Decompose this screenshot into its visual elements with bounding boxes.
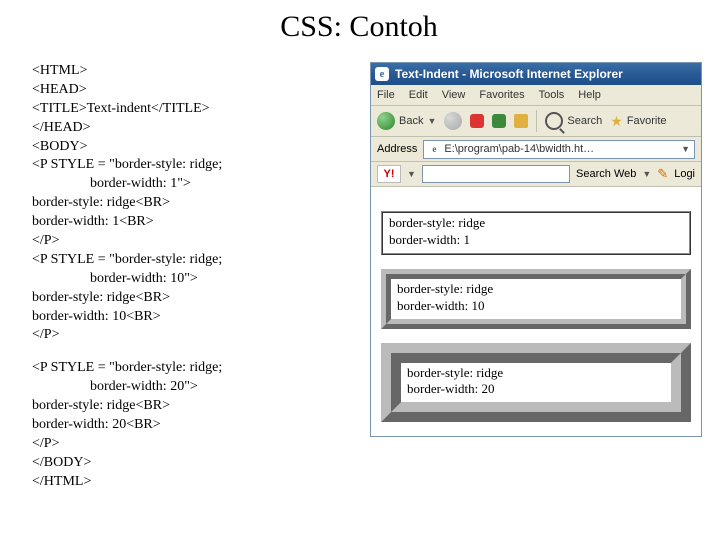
pencil-icon[interactable]: ✎ <box>657 166 668 182</box>
browser-menubar: File Edit View Favorites Tools Help <box>371 85 701 106</box>
browser-toolbar: Back ▼ Search ★ Favorite <box>371 106 701 137</box>
search-icon <box>545 112 563 130</box>
code-line: </P> <box>32 435 362 454</box>
browser-window: e Text-Indent - Microsoft Internet Explo… <box>370 62 702 437</box>
address-label: Address <box>377 143 417 155</box>
chevron-down-icon: ▼ <box>427 116 436 126</box>
back-arrow-icon <box>377 112 395 130</box>
code-line: border-width: 10"> <box>32 270 362 289</box>
search-button[interactable]: Search <box>545 112 602 130</box>
code-line: <P STYLE = "border-style: ridge; <box>32 156 362 175</box>
menu-favorites[interactable]: Favorites <box>479 89 524 101</box>
code-line: <HEAD> <box>32 81 362 100</box>
code-line: <P STYLE = "border-style: ridge; <box>32 359 362 378</box>
address-value: E:\program\pab-14\bwidth.ht… <box>444 143 594 155</box>
code-line: border-width: 1"> <box>32 175 362 194</box>
chevron-down-icon[interactable]: ▼ <box>681 144 690 154</box>
page-icon: e <box>428 143 440 155</box>
back-button[interactable]: Back ▼ <box>377 112 436 130</box>
code-line: border-style: ridge<BR> <box>32 194 362 213</box>
stop-button[interactable] <box>470 114 484 128</box>
code-line: border-width: 20"> <box>32 378 362 397</box>
browser-content: border-style: ridge border-width: 1 bord… <box>371 187 701 436</box>
forward-button[interactable] <box>444 112 462 130</box>
back-label: Back <box>399 115 423 127</box>
yahoo-search-label[interactable]: Search Web <box>576 168 636 180</box>
rendered-paragraph-2: border-style: ridge border-width: 10 <box>381 269 691 329</box>
code-line: border-width: 1<BR> <box>32 213 362 232</box>
yahoo-logo-icon[interactable]: Y! <box>377 165 401 183</box>
code-line: <P STYLE = "border-style: ridge; <box>32 251 362 270</box>
code-line: border-style: ridge<BR> <box>32 289 362 308</box>
rendered-paragraph-3: border-style: ridge border-width: 20 <box>381 343 691 423</box>
toolbar-separator <box>536 110 537 132</box>
code-line: border-width: 20<BR> <box>32 416 362 435</box>
yahoo-search-input[interactable] <box>422 165 570 183</box>
code-line: </HTML> <box>32 473 362 492</box>
content-line: border-width: 1 <box>389 232 683 249</box>
chevron-down-icon[interactable]: ▼ <box>407 169 416 179</box>
slide: CSS: Contoh <HTML> <HEAD> <TITLE>Text-in… <box>0 10 718 548</box>
yahoo-toolbar: Y! ▼ Search Web ▼ ✎ Logi <box>371 162 701 187</box>
menu-edit[interactable]: Edit <box>409 89 428 101</box>
address-input[interactable]: e E:\program\pab-14\bwidth.ht… ▼ <box>423 140 695 159</box>
menu-help[interactable]: Help <box>578 89 601 101</box>
refresh-button[interactable] <box>492 114 506 128</box>
ie-logo-icon: e <box>375 67 389 81</box>
code-line: <TITLE>Text-indent</TITLE> <box>32 100 362 119</box>
window-title: Text-Indent - Microsoft Internet Explore… <box>395 67 623 81</box>
yahoo-login[interactable]: Logi <box>674 168 695 180</box>
home-button[interactable] <box>514 114 528 128</box>
menu-view[interactable]: View <box>442 89 466 101</box>
menu-file[interactable]: File <box>377 89 395 101</box>
search-label: Search <box>567 115 602 127</box>
content-line: border-width: 10 <box>397 298 675 315</box>
chevron-down-icon[interactable]: ▼ <box>642 169 651 179</box>
slide-title: CSS: Contoh <box>0 10 718 44</box>
code-line: </P> <box>32 326 362 345</box>
code-line: border-style: ridge<BR> <box>32 397 362 416</box>
content-line: border-width: 20 <box>407 381 665 398</box>
favorites-button[interactable]: ★ Favorite <box>610 113 666 130</box>
code-line: </HEAD> <box>32 119 362 138</box>
code-line: border-width: 10<BR> <box>32 308 362 327</box>
star-icon: ★ <box>610 113 623 130</box>
rendered-paragraph-1: border-style: ridge border-width: 1 <box>381 211 691 255</box>
content-line: border-style: ridge <box>397 281 675 298</box>
browser-addressbar: Address e E:\program\pab-14\bwidth.ht… ▼ <box>371 137 701 162</box>
favorites-label: Favorite <box>627 115 667 127</box>
code-line: </BODY> <box>32 454 362 473</box>
code-listing: <HTML> <HEAD> <TITLE>Text-indent</TITLE>… <box>0 62 362 492</box>
columns: <HTML> <HEAD> <TITLE>Text-indent</TITLE>… <box>0 62 718 492</box>
menu-tools[interactable]: Tools <box>539 89 565 101</box>
browser-titlebar: e Text-Indent - Microsoft Internet Explo… <box>371 63 701 85</box>
code-line: <HTML> <box>32 62 362 81</box>
content-line: border-style: ridge <box>407 365 665 382</box>
content-line: border-style: ridge <box>389 215 683 232</box>
code-line: <BODY> <box>32 138 362 157</box>
code-line: </P> <box>32 232 362 251</box>
